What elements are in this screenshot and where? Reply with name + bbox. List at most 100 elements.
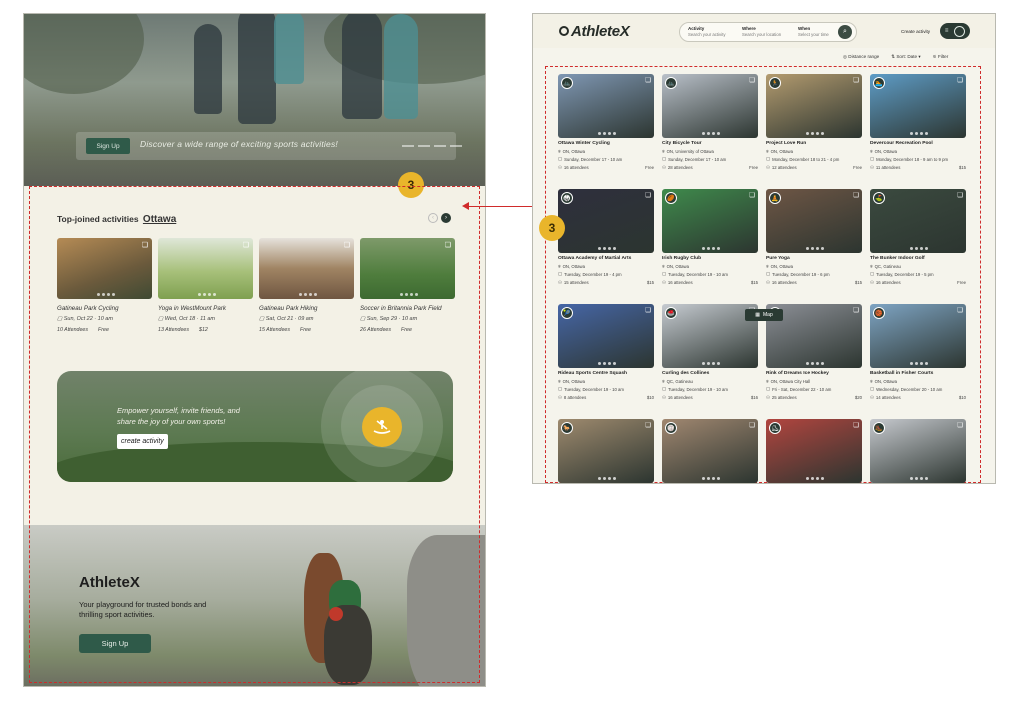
bookmark-icon[interactable]: ❏ — [853, 306, 859, 314]
connector-arrowhead — [462, 202, 469, 210]
activity-image: 🏊 ❏ — [870, 74, 966, 138]
date-text: Monday, December 18 to 21 - 4 pm — [772, 156, 840, 162]
sport-icon: 🧘 — [769, 192, 781, 204]
activity-card[interactable]: 🥾 ❏ ⌾ ▢ ⚇ — [870, 419, 966, 483]
hero-trees — [24, 14, 144, 94]
date-text: Wednesday, December 20 - 10 am — [876, 386, 943, 392]
image-dots — [806, 132, 824, 135]
search-icon[interactable]: ⌕ — [838, 25, 852, 39]
hero-signup-button[interactable]: Sign Up — [86, 138, 130, 154]
app-logo[interactable]: AthleteX — [571, 23, 630, 40]
bookmark-icon[interactable]: ❏ — [957, 76, 963, 84]
hero-carousel-dots[interactable] — [402, 145, 462, 147]
activity-card[interactable]: 🚲 ❏ Ottawa Winter Cycling ⌾ ON, Ottawa ▢ S… — [558, 74, 654, 189]
date-text: Tuesday, December 19 - 10 am — [564, 386, 625, 392]
runner-figure — [342, 14, 382, 119]
location-icon: ⌾ — [766, 263, 769, 269]
sport-icon: 🚲 — [561, 77, 573, 89]
top-nav: AthleteX Activity Search your activity Wh… — [533, 14, 995, 48]
activity-date: ▢ Wednesday, December 20 - 10 am — [870, 386, 966, 392]
activity-image: ⛳ ❏ — [870, 189, 966, 253]
date-text: Tuesday, December 19 - 4 pm — [564, 271, 622, 277]
activity-card[interactable]: 🚲 ❏ City Bicycle Tour ⌾ ON, University of… — [662, 74, 758, 189]
people-icon: ⚇ — [870, 279, 874, 285]
bookmark-icon[interactable]: ❏ — [957, 306, 963, 314]
bookmark-icon[interactable]: ❏ — [853, 421, 859, 429]
activity-card[interactable]: 🏐 ❏ ⌾ ▢ ⚇ — [662, 419, 758, 483]
activity-card[interactable]: ⛸ ❏ ⌾ ▢ ⚇ — [766, 419, 862, 483]
activity-attendance: ⚇ 16 attendees Free — [558, 165, 654, 171]
activity-card[interactable]: 🏒 ❏ Rink of Dreams Ice Hockey ⌾ON, Ottaw… — [766, 304, 862, 419]
create-activity-link[interactable]: Create activity — [901, 29, 930, 34]
distance-filter[interactable]: ◎ Distance range — [843, 54, 879, 60]
bookmark-icon[interactable]: ❏ — [957, 421, 963, 429]
location-text: ON, University of Ottawa — [666, 148, 714, 154]
image-dots — [702, 362, 720, 365]
activity-card[interactable]: 🏊 ❏ Devercour Recreation Pool ⌾ ON, Ottaw… — [870, 74, 966, 189]
activity-card[interactable]: 🥋 ❏ Ottawa Academy of Martial Arts ⌾ ON, … — [558, 189, 654, 304]
people-icon: ⚇ — [558, 394, 562, 400]
image-dots — [598, 477, 616, 480]
sport-icon: 🥾 — [873, 422, 885, 434]
price-text: Free — [853, 164, 862, 170]
activity-attendance: ⚇ 16 attendees Free — [870, 280, 966, 286]
sort-dropdown[interactable]: ⇅ Sort: Date ▾ — [891, 54, 920, 60]
attendees-text: 28 attendees — [667, 165, 693, 170]
bookmark-icon[interactable]: ❏ — [749, 421, 755, 429]
activity-card[interactable]: ⛳ ❏ The Bunker Indoor Golf ⌾ QC, Gatineau… — [870, 189, 966, 304]
activity-title: The Bunker Indoor Golf — [870, 256, 925, 261]
sport-icon: ⛳ — [873, 192, 885, 204]
activity-card[interactable]: 🧘 ❏ Pure Yoga ⌾ ON, Ottawa ▢ Tuesday, Dece… — [766, 189, 862, 304]
activity-title: Pure Yoga — [766, 256, 790, 261]
map-button[interactable]: ▦ Map — [745, 309, 783, 321]
people-icon: ⚇ — [870, 164, 874, 170]
bookmark-icon[interactable]: ❏ — [645, 191, 651, 199]
search-bar[interactable]: Activity Search your activity Where Search… — [679, 22, 857, 42]
bookmark-icon[interactable]: ❏ — [853, 76, 859, 84]
attendees-text: 16 attendees — [667, 395, 693, 400]
activity-card[interactable]: 🎾 ❏ Rideau Sports Centre Squash ⌾ ON, Ott… — [558, 304, 654, 419]
activity-date: ▢ Fri - Sat, December 22 - 10 am — [766, 386, 862, 392]
activity-image: 🚲 ❏ — [662, 74, 758, 138]
activity-card[interactable]: 🐎 ❏ ⌾ ▢ ⚇ — [558, 419, 654, 483]
runner-figure — [194, 24, 222, 114]
bookmark-icon[interactable]: ❏ — [645, 421, 651, 429]
bookmark-icon[interactable]: ❏ — [957, 191, 963, 199]
where-field[interactable]: Where Search your location — [742, 26, 781, 38]
activity-field[interactable]: Activity Search your activity — [688, 26, 726, 38]
activity-card[interactable]: 🥌 ❏ Curling des Collines ⌾QC, Gatineau ▢… — [662, 304, 758, 419]
bookmark-icon[interactable]: ❏ — [749, 191, 755, 199]
when-field[interactable]: When Select your time — [798, 26, 829, 38]
activity-title: City Bicycle Tour — [662, 141, 702, 146]
bookmark-icon[interactable]: ❏ — [749, 76, 755, 84]
runner-figure — [238, 14, 276, 124]
filter-button[interactable]: ⚟ Filter — [933, 54, 949, 60]
bookmark-icon[interactable]: ❏ — [645, 76, 651, 84]
price-text: $16 — [750, 394, 758, 400]
activity-title: Project Love Run — [766, 141, 807, 146]
activity-image: 🏃 ❏ — [766, 74, 862, 138]
people-icon: ⚇ — [558, 164, 562, 170]
activity-card[interactable]: 🏉 ❏ Irish Rugby Club ⌾ ON, Ottawa ▢ Tuesda… — [662, 189, 758, 304]
activity-card[interactable]: 🏃 ❏ Project Love Run ⌾ ON, Ottawa ▢ Monday… — [766, 74, 862, 189]
map-label: Map — [763, 312, 773, 318]
bookmark-icon[interactable]: ❏ — [645, 306, 651, 314]
activity-attendance: ⚇ 16 attendees $15 — [662, 280, 758, 286]
activity-attendance: ⚇ 11 attendees $15 — [870, 165, 966, 171]
location-text: ON, Ottawa — [666, 263, 690, 269]
calendar-icon: ▢ — [558, 271, 563, 276]
activity-card[interactable]: 🏀 ❏ Basketball in Fisher Courts ⌾ ON, Ott… — [870, 304, 966, 419]
logo-icon — [559, 26, 569, 36]
sport-icon: 🚲 — [665, 77, 677, 89]
price-text: $15 — [958, 164, 966, 170]
activity-image: ⛸ ❏ — [766, 419, 862, 483]
bookmark-icon[interactable]: ❏ — [853, 191, 859, 199]
attendees-text: 15 attendees — [563, 280, 589, 285]
sport-icon: 🐎 — [561, 422, 573, 434]
attendees-text: 12 attendees — [771, 165, 797, 170]
search-results-mockup: AthleteX Activity Search your activity Wh… — [532, 13, 996, 484]
calendar-icon: ▢ — [766, 386, 771, 391]
image-dots — [910, 477, 928, 480]
activity-title: Rink of Dreams Ice Hockey — [766, 371, 829, 376]
user-menu-toggle[interactable]: ≡ — [940, 23, 970, 39]
